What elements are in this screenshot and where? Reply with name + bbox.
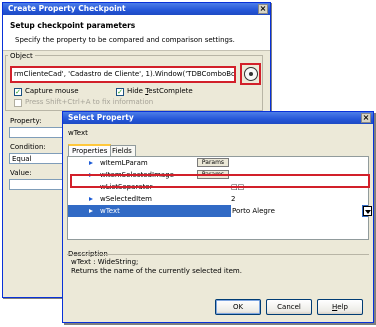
property-label: Property:: [10, 117, 42, 125]
params-button[interactable]: Params: [197, 158, 229, 167]
capture-mouse-label: Capture mouse: [25, 87, 79, 95]
cancel-button[interactable]: Cancel: [266, 299, 312, 315]
close-icon: ×: [362, 113, 370, 122]
checkpoint-close-button[interactable]: ×: [258, 4, 268, 14]
checkpoint-title: Create Property Checkpoint: [8, 4, 126, 13]
selected-row-highlight: [70, 174, 370, 188]
condition-label: Condition:: [10, 143, 46, 151]
property-name: wItemLParam: [100, 159, 148, 167]
checkpoint-header: Setup checkpoint parameters Specify the …: [3, 15, 270, 51]
property-value: 2: [231, 195, 236, 203]
property-name: wText: [100, 207, 120, 215]
capture-mouse-checkbox[interactable]: ✓: [14, 88, 22, 96]
description-signature: wText : WideString;: [71, 258, 139, 266]
properties-panel: wItemLParam Params wItemSelectedImage Pa…: [67, 156, 372, 240]
select-property-close-button[interactable]: ×: [361, 113, 371, 123]
hide-testcomplete-label: Hide TestComplete: [127, 87, 193, 95]
select-property-title-bar[interactable]: Select Property ×: [63, 112, 373, 124]
tab-fields[interactable]: Fields: [108, 145, 136, 156]
object-group-label: Object: [8, 52, 35, 60]
tab-properties[interactable]: Properties: [68, 144, 112, 156]
property-field[interactable]: [9, 127, 63, 138]
value-label: Value:: [10, 169, 32, 177]
crosshair-target-icon: [243, 67, 258, 81]
property-row[interactable]: wItemLParam Params: [68, 157, 368, 169]
property-row-selected[interactable]: wText Porto Alegre: [68, 205, 372, 217]
property-name: wSelectedItem: [100, 195, 153, 203]
select-property-title: Select Property: [68, 113, 134, 122]
hide-testcomplete-checkbox[interactable]: ✓: [116, 88, 124, 96]
triangle-right-icon: [89, 161, 93, 165]
press-hint-checkbox[interactable]: [14, 99, 22, 107]
header-subtitle: Specify the property to be compared and …: [15, 36, 235, 44]
description-text: Returns the name of the currently select…: [71, 267, 242, 275]
chevron-down-icon[interactable]: [363, 206, 372, 216]
triangle-right-icon: [89, 197, 93, 201]
condition-select[interactable]: Equal: [9, 153, 63, 164]
object-field[interactable]: rmClienteCad', 'Cadastro de Cliente', 1)…: [10, 66, 236, 83]
ok-button[interactable]: OK: [215, 299, 261, 315]
triangle-right-icon: [89, 209, 93, 213]
checkpoint-title-bar[interactable]: Create Property Checkpoint ×: [3, 3, 270, 15]
description-divider: [67, 254, 369, 255]
value-field[interactable]: [9, 179, 63, 190]
finder-button[interactable]: [240, 63, 261, 85]
selected-property-name: wText: [68, 129, 88, 137]
close-icon: ×: [259, 4, 267, 13]
property-row[interactable]: wSelectedItem 2: [68, 193, 368, 205]
header-title: Setup checkpoint parameters: [10, 21, 136, 30]
property-value-editor[interactable]: Porto Alegre: [231, 205, 362, 217]
help-button[interactable]: Help: [317, 299, 363, 315]
select-property-dialog: Select Property × wText Properties Field…: [62, 111, 374, 323]
press-hint-label: Press Shift+Ctrl+A to fix information: [25, 98, 154, 106]
